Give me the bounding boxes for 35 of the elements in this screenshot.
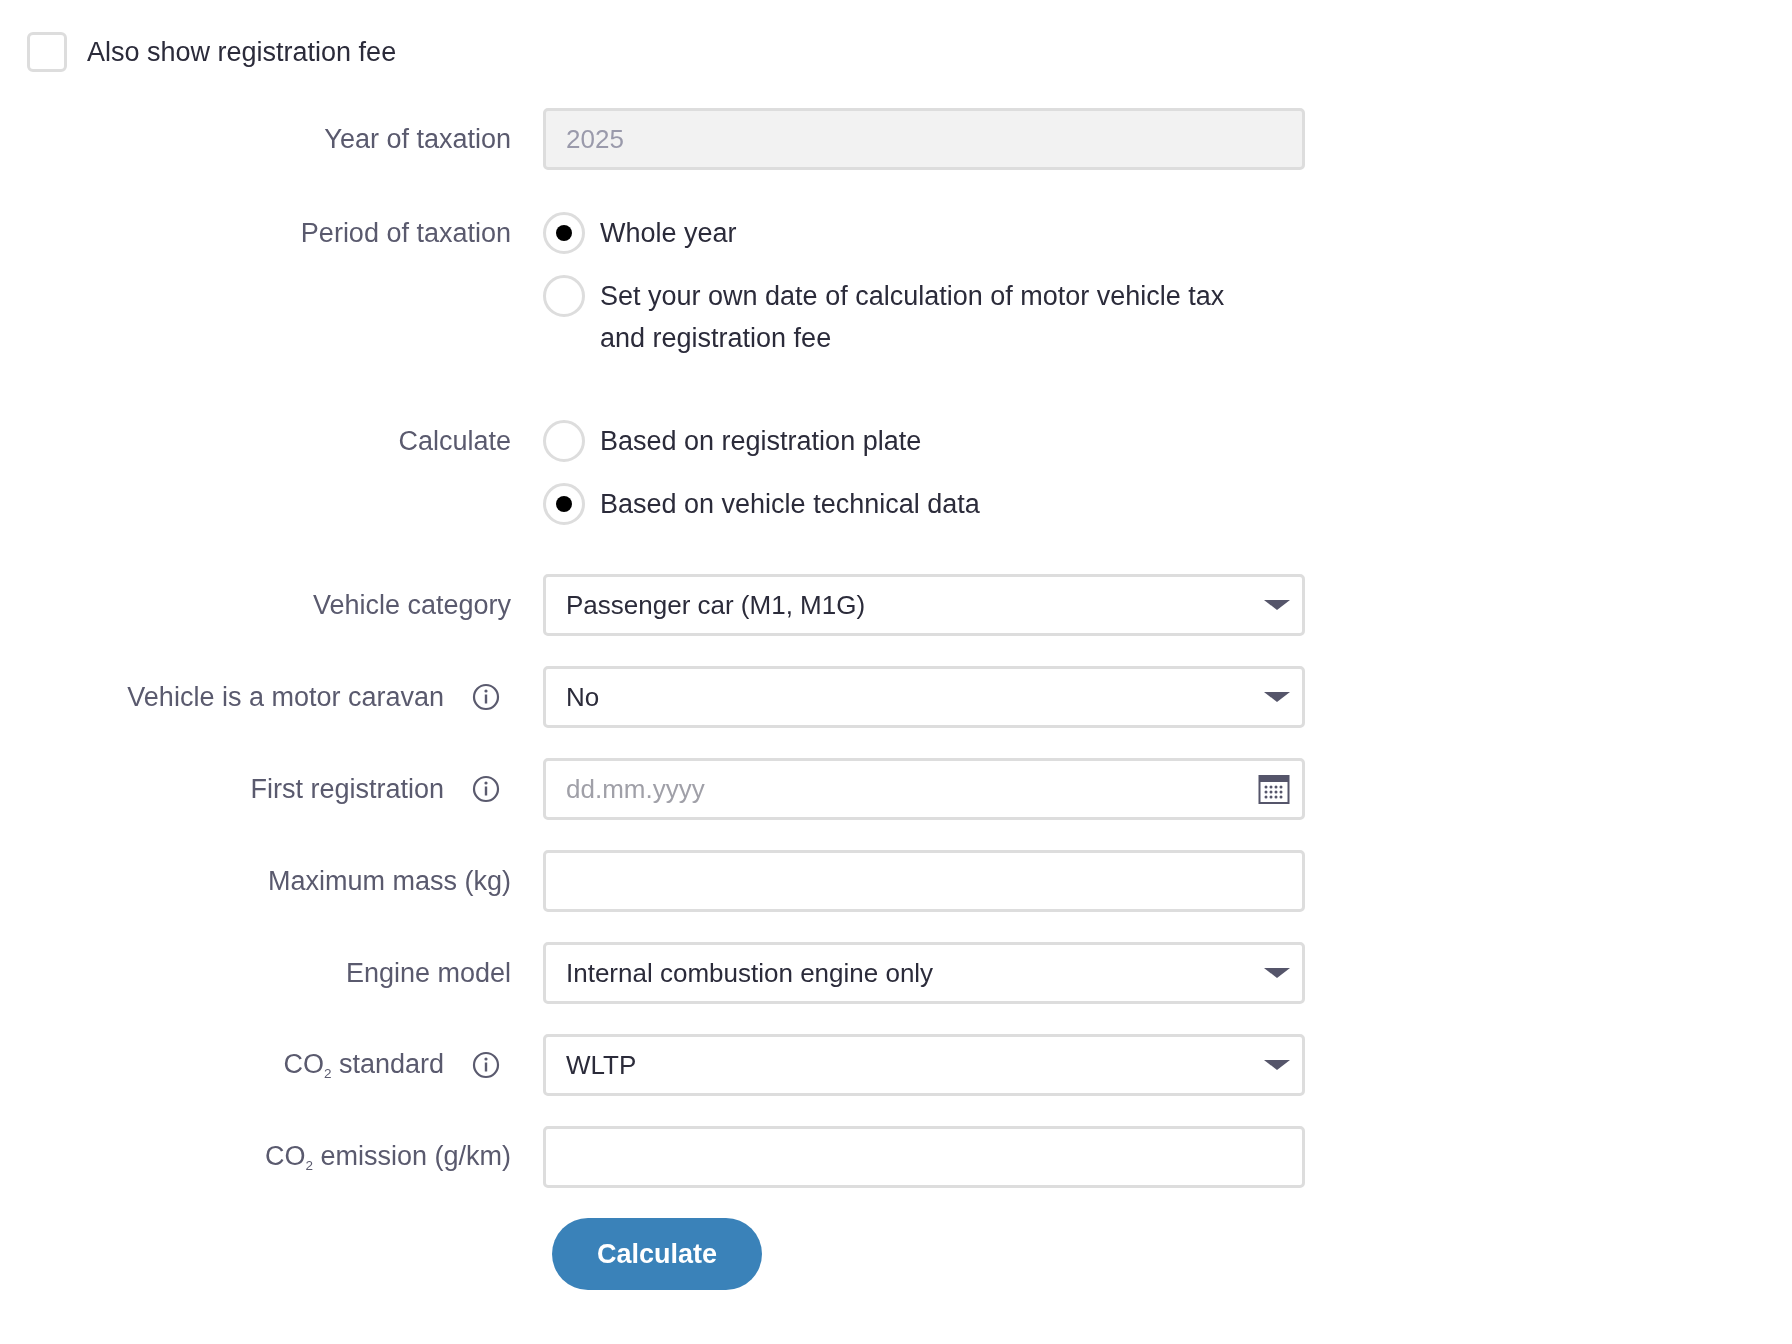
caret-icon <box>1264 1060 1290 1070</box>
input-field[interactable] <box>543 850 1305 912</box>
caret-icon <box>1264 600 1290 610</box>
field-label: Maximum mass (kg) <box>268 865 511 897</box>
radio-label[interactable]: Based on vehicle technical data <box>600 483 980 525</box>
checkbox[interactable] <box>27 32 67 72</box>
field-label: Engine model <box>345 957 511 989</box>
info-icon[interactable] <box>472 1051 500 1079</box>
field-label: CO$_{2}$ emission (g/km) <box>264 1141 511 1173</box>
radio-label[interactable]: Whole year <box>600 212 737 254</box>
radio-button[interactable] <box>543 483 585 525</box>
radio-button[interactable] <box>543 420 585 462</box>
input-field[interactable] <box>543 1126 1305 1188</box>
caret-icon <box>1264 692 1290 702</box>
radio-button[interactable] <box>543 275 585 317</box>
dropdown[interactable]: No <box>543 666 1305 728</box>
field-label: Vehicle is a motor caravan <box>127 681 444 713</box>
caret-icon <box>1264 968 1290 978</box>
field-label: Year of taxation <box>324 123 511 155</box>
field-label: Period of taxation <box>300 217 511 249</box>
dropdown[interactable]: WLTP <box>543 1034 1305 1096</box>
info-icon[interactable] <box>472 775 500 803</box>
calculate-button[interactable]: Calculate <box>552 1218 762 1290</box>
info-icon[interactable] <box>472 683 500 711</box>
dropdown[interactable]: Internal combustion engine only <box>543 942 1305 1004</box>
radio-label[interactable]: Based on registration plate <box>600 420 922 462</box>
dropdown[interactable]: Passenger car (M1, M1G) <box>543 574 1305 636</box>
field-label: First registration <box>250 773 444 805</box>
field-label: Calculate <box>398 425 511 457</box>
radio-label[interactable]: Set your own date of calculation of motor vehicle tax and registration fee <box>600 275 1250 359</box>
field-label: Vehicle category <box>312 589 511 621</box>
radio-button[interactable] <box>543 212 585 254</box>
checkbox-label[interactable]: Also show registration fee <box>87 36 397 68</box>
calendar-icon[interactable] <box>1258 773 1290 805</box>
field-label: CO$_{2}$ standard <box>283 1049 444 1081</box>
